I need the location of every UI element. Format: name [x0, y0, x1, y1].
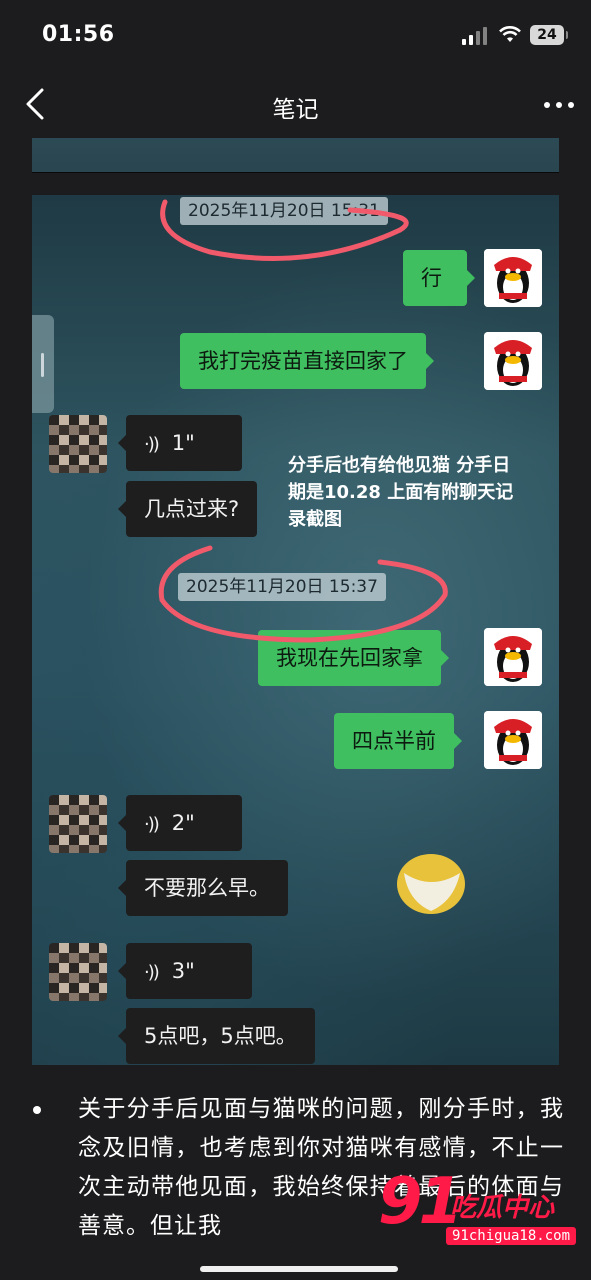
watermark-url: 91chigua18.com: [446, 1227, 577, 1245]
voice-wave-icon: ·)): [144, 814, 160, 835]
bullet-point: [33, 1106, 41, 1114]
message-bubble-sent: 我打完疫苗直接回家了: [180, 333, 434, 389]
penguin-avatar-icon: [484, 332, 542, 390]
chat-screenshot[interactable]: 2025年11月20日 15:31 行 我打完疫苗直接回家了 ·)) 1" 几点过…: [32, 195, 559, 1065]
avatar-sent: [484, 249, 542, 307]
wifi-icon: [499, 26, 521, 42]
avatar-received: [49, 415, 107, 473]
avatar-received: [49, 795, 107, 853]
battery-indicator: 24: [530, 25, 568, 45]
avatar-sent: [484, 628, 542, 686]
voice-message[interactable]: ·)) 3": [118, 943, 252, 999]
avatar-received: [49, 943, 107, 1001]
voice-duration: 3": [171, 959, 195, 983]
voice-message[interactable]: ·)) 1": [118, 415, 242, 471]
more-options-icon[interactable]: [542, 90, 576, 120]
avatar-sent: [484, 332, 542, 390]
status-time: 01:56: [42, 22, 115, 47]
chat-timestamp: 2025年11月20日 15:37: [178, 573, 386, 601]
chat-timestamp: 2025年11月20日 15:31: [180, 197, 388, 225]
ball-decoration: [397, 854, 465, 914]
watermark-name: 吃瓜中心: [450, 1193, 555, 1223]
voice-wave-icon: ·)): [144, 962, 160, 983]
voice-wave-icon: ·)): [144, 434, 160, 455]
penguin-avatar-icon: [484, 711, 542, 769]
annotation-text: 分手后也有给他见猫 分手日期是10.28 上面有附聊天记录截图: [288, 455, 514, 530]
home-indicator[interactable]: [200, 1266, 398, 1272]
voice-duration: 1": [171, 431, 195, 455]
message-bubble-sent: 我现在先回家拿: [258, 630, 449, 686]
message-bubble-received: 不要那么早。: [118, 860, 288, 916]
nav-bar: 笔记: [0, 72, 591, 136]
page-title: 笔记: [272, 97, 319, 123]
signal-icon: [462, 27, 490, 45]
status-bar: 01:56 24: [0, 0, 591, 70]
message-bubble-sent: 行: [403, 250, 475, 306]
scroll-handle[interactable]: [32, 315, 54, 413]
penguin-avatar-icon: [484, 628, 542, 686]
voice-duration: 2": [171, 811, 195, 835]
watermark-logo: 91 吃瓜中心 91chigua18.com: [378, 1165, 583, 1255]
message-bubble-sent: 四点半前: [334, 713, 462, 769]
message-bubble-received: 几点过来?: [117, 481, 258, 537]
avatar-sent: [484, 711, 542, 769]
message-bubble-received: 5点吧，5点吧。: [118, 1008, 315, 1064]
penguin-avatar-icon: [484, 249, 542, 307]
voice-message[interactable]: ·)) 2": [118, 795, 242, 851]
previous-screenshot-strip: [32, 138, 559, 173]
